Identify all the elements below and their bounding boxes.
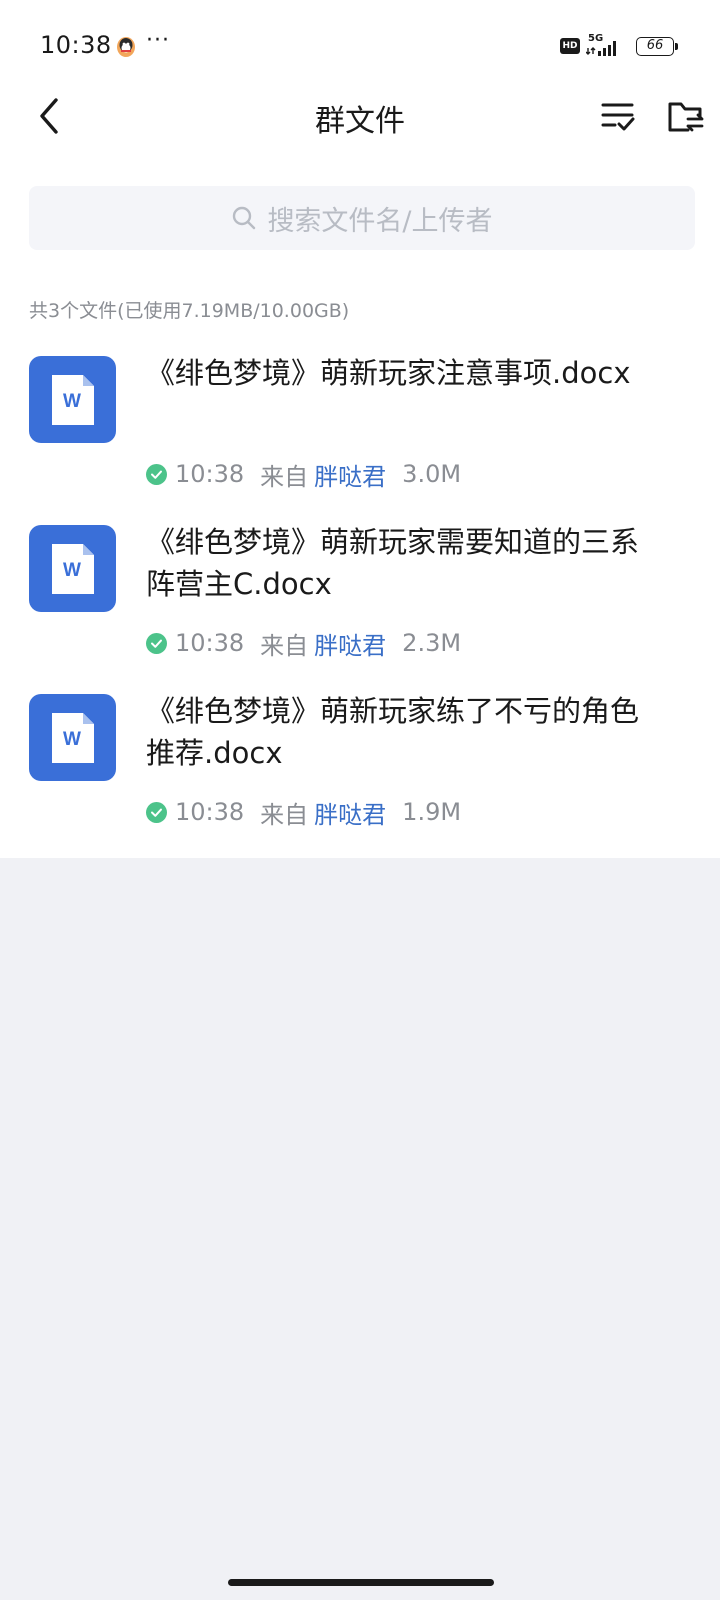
uploader-link[interactable]: 胖哒君 xyxy=(314,626,386,661)
status-time: 10:38 xyxy=(40,31,112,59)
upload-time: 10:38 xyxy=(175,798,245,826)
home-indicator[interactable] xyxy=(228,1579,494,1586)
sort-select-icon[interactable] xyxy=(600,98,636,134)
file-name: 《绯色梦境》萌新玩家注意事项.docx xyxy=(146,356,631,390)
file-item[interactable]: W 《绯色梦境》萌新玩家注意事项.docx 10:38 来自 胖哒君 3.0M xyxy=(0,356,720,524)
upload-time: 10:38 xyxy=(175,629,245,657)
uploader-link[interactable]: 胖哒君 xyxy=(314,795,386,830)
svg-text:W: W xyxy=(63,560,81,581)
word-doc-icon: W xyxy=(29,356,116,443)
file-size: 1.9M xyxy=(402,798,462,826)
svg-text:W: W xyxy=(63,729,81,750)
file-item[interactable]: W 《绯色梦境》萌新玩家练了不亏的角色推荐.docx 10:38 来自 胖哒君 … xyxy=(0,694,720,862)
check-circle-icon xyxy=(146,801,167,823)
more-notifications-icon: ··· xyxy=(146,28,170,53)
qq-icon xyxy=(117,37,135,57)
hd-icon: HD xyxy=(560,38,580,54)
search-input[interactable]: 搜索文件名/上传者 xyxy=(29,186,695,250)
file-item[interactable]: W 《绯色梦境》萌新玩家需要知道的三系阵营主C.docx 10:38 来自 胖哒… xyxy=(0,525,720,693)
status-bar: 10:38 ··· HD 5G 66 xyxy=(0,0,720,90)
svg-text:W: W xyxy=(63,391,81,412)
check-circle-icon xyxy=(146,632,167,654)
file-size: 3.0M xyxy=(402,460,462,488)
file-size: 2.3M xyxy=(402,629,462,657)
header: 群文件 xyxy=(0,80,720,160)
file-summary: 共3个文件(已使用7.19MB/10.00GB) xyxy=(29,300,350,322)
file-meta: 10:38 来自 胖哒君 3.0M xyxy=(146,457,462,492)
file-name: 《绯色梦境》萌新玩家需要知道的三系阵营主C.docx xyxy=(146,525,640,601)
upload-time: 10:38 xyxy=(175,460,245,488)
battery-level: 66 xyxy=(636,37,674,56)
word-doc-icon: W xyxy=(29,525,116,612)
search-icon xyxy=(233,206,256,230)
from-label: 来自 xyxy=(260,462,309,491)
uploader-link[interactable]: 胖哒君 xyxy=(314,457,386,492)
file-name: 《绯色梦境》萌新玩家练了不亏的角色推荐.docx xyxy=(146,694,640,770)
search-placeholder: 搜索文件名/上传者 xyxy=(267,205,493,237)
folder-transfer-icon[interactable] xyxy=(666,96,706,136)
file-meta: 10:38 来自 胖哒君 1.9M xyxy=(146,795,462,830)
battery-tip xyxy=(675,43,678,50)
from-label: 来自 xyxy=(260,800,309,829)
check-circle-icon xyxy=(146,463,167,485)
file-meta: 10:38 来自 胖哒君 2.3M xyxy=(146,626,462,661)
battery-icon: 66 xyxy=(636,37,678,57)
from-label: 来自 xyxy=(260,631,309,660)
signal-icon xyxy=(586,41,616,56)
word-doc-icon: W xyxy=(29,694,116,781)
